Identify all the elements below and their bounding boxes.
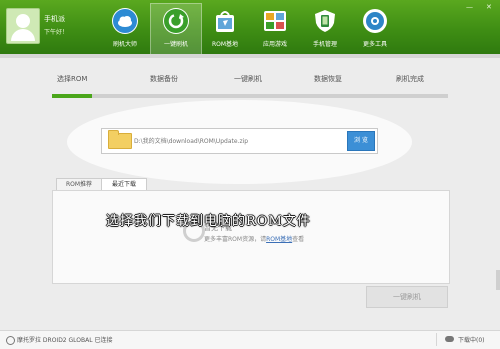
phone-shield-icon <box>312 8 338 34</box>
scrollbar[interactable] <box>496 270 500 290</box>
rom-path-value: D:\我的文档\download\ROM\Update.zip <box>134 138 249 145</box>
nav-item-more-tools[interactable]: 更多工具 <box>350 4 400 52</box>
nav-label: 应用游戏 <box>262 41 287 48</box>
step-data-backup: 数据备份 <box>150 75 178 83</box>
title-bar: 手机派 下午好！ 刷机大师 一键刷机 ROM基地 应用游戏 手机管理 更多工具 … <box>0 0 500 55</box>
refresh-icon <box>163 8 189 34</box>
status-bar: 摩托罗拉 DROID2 GLOBAL 已连接 下载中(0) <box>0 330 500 349</box>
step-select-rom: 选择ROM <box>57 75 88 83</box>
progress-fill <box>52 94 92 98</box>
greeting-text: 下午好！ <box>44 29 69 36</box>
toolbar-divider <box>0 54 500 58</box>
tools-icon <box>362 8 388 34</box>
progress-track <box>52 94 448 98</box>
cloud-icon <box>112 8 138 34</box>
folder-icon <box>108 130 132 149</box>
close-button[interactable]: ✕ <box>486 3 492 11</box>
step-flash-complete: 刷机完成 <box>396 75 424 83</box>
nav-label: 刷机大师 <box>112 41 137 48</box>
downloads-count: 下载中(0) <box>458 337 485 344</box>
empty-state-hint: 更多丰富ROM资源，请ROM基地查看 <box>204 234 304 243</box>
browse-button[interactable]: 浏 览 <box>347 131 375 151</box>
step-one-click-flash: 一键刷机 <box>234 75 262 83</box>
user-name[interactable]: 手机派 <box>44 14 65 24</box>
downloads-button[interactable]: 下载中(0) <box>436 333 497 346</box>
minimize-button[interactable]: — <box>466 3 473 11</box>
empty-hint-suffix: 查看 <box>292 236 305 243</box>
nav-label: 一键刷机 <box>163 41 188 48</box>
device-status: 摩托罗拉 DROID2 GLOBAL 已连接 <box>17 337 113 344</box>
nav-item-phone-management[interactable]: 手机管理 <box>300 4 350 52</box>
nav-item-flash-master[interactable]: 刷机大师 <box>100 4 150 52</box>
empty-hint-prefix: 更多丰富ROM资源，请 <box>204 236 267 243</box>
cloud-download-icon <box>445 336 454 342</box>
step-data-restore: 数据恢复 <box>314 75 342 83</box>
nav-label: 手机管理 <box>312 41 337 48</box>
avatar[interactable] <box>6 8 40 44</box>
tutorial-caption: 选择我们下载到电脑的ROM文件 <box>106 214 311 229</box>
rom-base-link[interactable]: ROM基地 <box>266 236 292 243</box>
apps-icon <box>262 8 288 34</box>
shopping-bag-icon <box>212 8 238 34</box>
one-click-flash-button[interactable]: 一键刷机 <box>366 286 448 308</box>
nav-item-rom-base[interactable]: ROM基地 <box>200 4 250 52</box>
rom-path-field[interactable]: D:\我的文档\download\ROM\Update.zip 浏 览 <box>101 128 378 154</box>
nav-label: ROM基地 <box>211 41 239 48</box>
device-icon <box>6 336 15 345</box>
nav-label: 更多工具 <box>362 41 387 48</box>
nav-item-one-click-flash[interactable]: 一键刷机 <box>150 3 202 55</box>
nav-item-apps-games[interactable]: 应用游戏 <box>250 4 300 52</box>
